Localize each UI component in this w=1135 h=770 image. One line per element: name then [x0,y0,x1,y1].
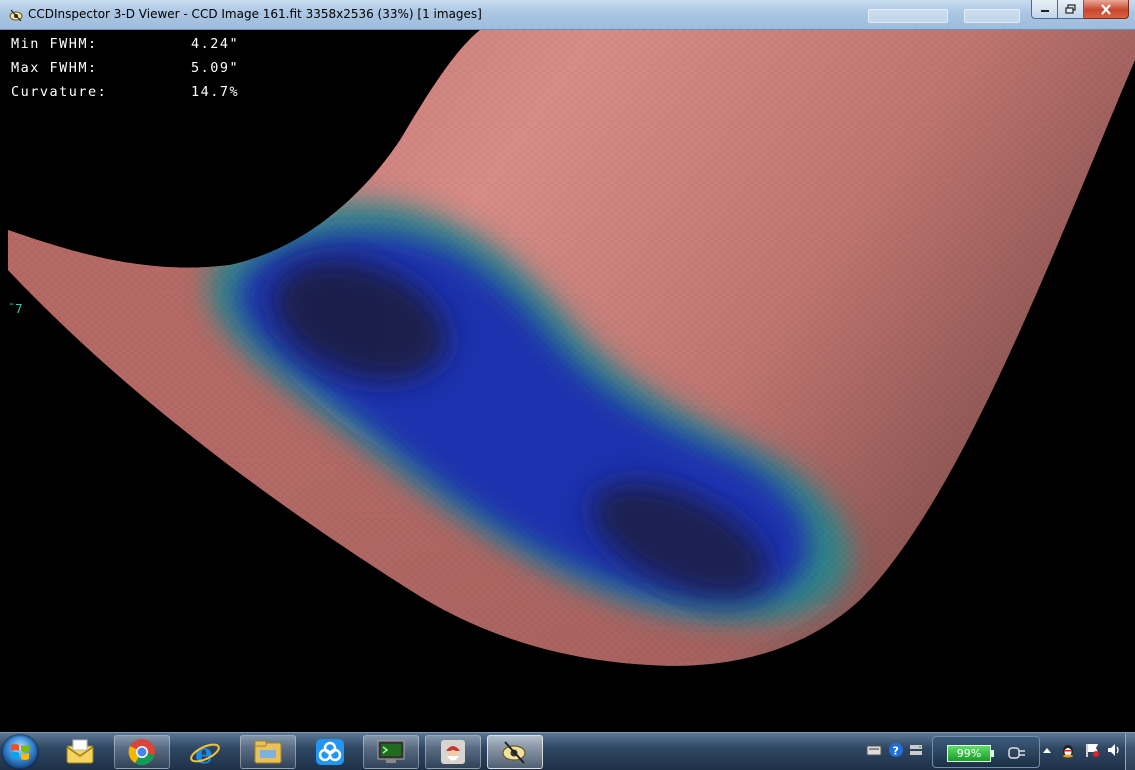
stat-curvature: Curvature: 14.7% [11,80,239,104]
battery-tip-icon [991,750,994,757]
mail-icon [66,739,94,764]
fwhm-stats-overlay: Min FWHM: 4.24" Max FWHM: 5.09" Curvatur… [11,32,239,104]
help-icon[interactable]: ? [888,742,904,758]
3d-viewer-canvas[interactable]: Min FWHM: 4.24" Max FWHM: 5.09" Curvatur… [0,30,1135,732]
battery-level: 99% [947,745,991,762]
title-bar: CCDInspector 3-D Viewer - CCD Image 161.… [0,0,1135,30]
internet-explorer-icon: e [190,737,220,767]
start-button[interactable] [1,734,39,770]
ccdinspector-app-icon[interactable] [8,7,24,23]
file-explorer-icon [254,740,282,764]
taskbar-ccdinspector[interactable] [487,735,543,769]
stat-label: Max FWHM: [11,60,98,76]
stat-label: Min FWHM: [11,36,98,52]
volume-icon[interactable] [1106,742,1122,758]
minimize-icon [1040,10,1049,12]
stat-label: Curvature: [11,84,108,100]
maximize-button[interactable] [1058,0,1084,19]
taskbar-mail[interactable] [52,735,108,769]
show-hidden-icons-icon[interactable] [1039,742,1055,758]
power-plug-icon [1008,747,1025,759]
taskbar-cloud-sync[interactable] [302,735,358,769]
taskbar: e ? 99% [0,732,1135,770]
cloud-sync-icon [316,739,344,765]
stat-value: 14.7% [191,84,240,100]
windows-logo-icon [11,744,29,760]
keyboard-icon[interactable] [866,742,882,758]
close-button[interactable] [1084,0,1129,19]
network-settings-icon[interactable] [908,742,924,758]
close-icon [1101,3,1111,15]
restore-icon [1065,4,1076,14]
action-center-flag-icon[interactable] [1084,742,1100,758]
taskbar-chrome[interactable] [114,735,170,769]
taskbar-terminal-monitor[interactable] [363,735,419,769]
taskbar-santa-app[interactable] [425,735,481,769]
titlebar-ghost-tab-1 [868,9,948,23]
chrome-icon [128,739,155,765]
axis-label: ¯7 [8,302,23,316]
show-desktop-button[interactable] [1125,733,1135,770]
stat-value: 5.09" [191,60,240,76]
caption-buttons [1031,0,1129,20]
taskbar-internet-explorer[interactable]: e [177,735,233,769]
santa-app-icon [441,740,465,764]
stat-value: 4.24" [191,36,240,52]
stat-min-fwhm: Min FWHM: 4.24" [11,32,239,56]
ccdinspector-icon [502,741,526,764]
svg-text:?: ? [893,745,899,758]
qq-penguin-icon[interactable] [1060,742,1076,758]
taskbar-file-explorer[interactable] [240,735,296,769]
window-title: CCDInspector 3-D Viewer - CCD Image 161.… [28,7,482,21]
stat-max-fwhm: Max FWHM: 5.09" [11,56,239,80]
battery-indicator[interactable]: 99% [932,736,1040,768]
focus-curvature-surface[interactable] [0,30,1135,732]
minimize-button[interactable] [1031,0,1058,19]
svg-text:e: e [195,737,213,767]
terminal-monitor-icon [377,740,405,763]
titlebar-ghost-tab-2 [964,9,1020,23]
